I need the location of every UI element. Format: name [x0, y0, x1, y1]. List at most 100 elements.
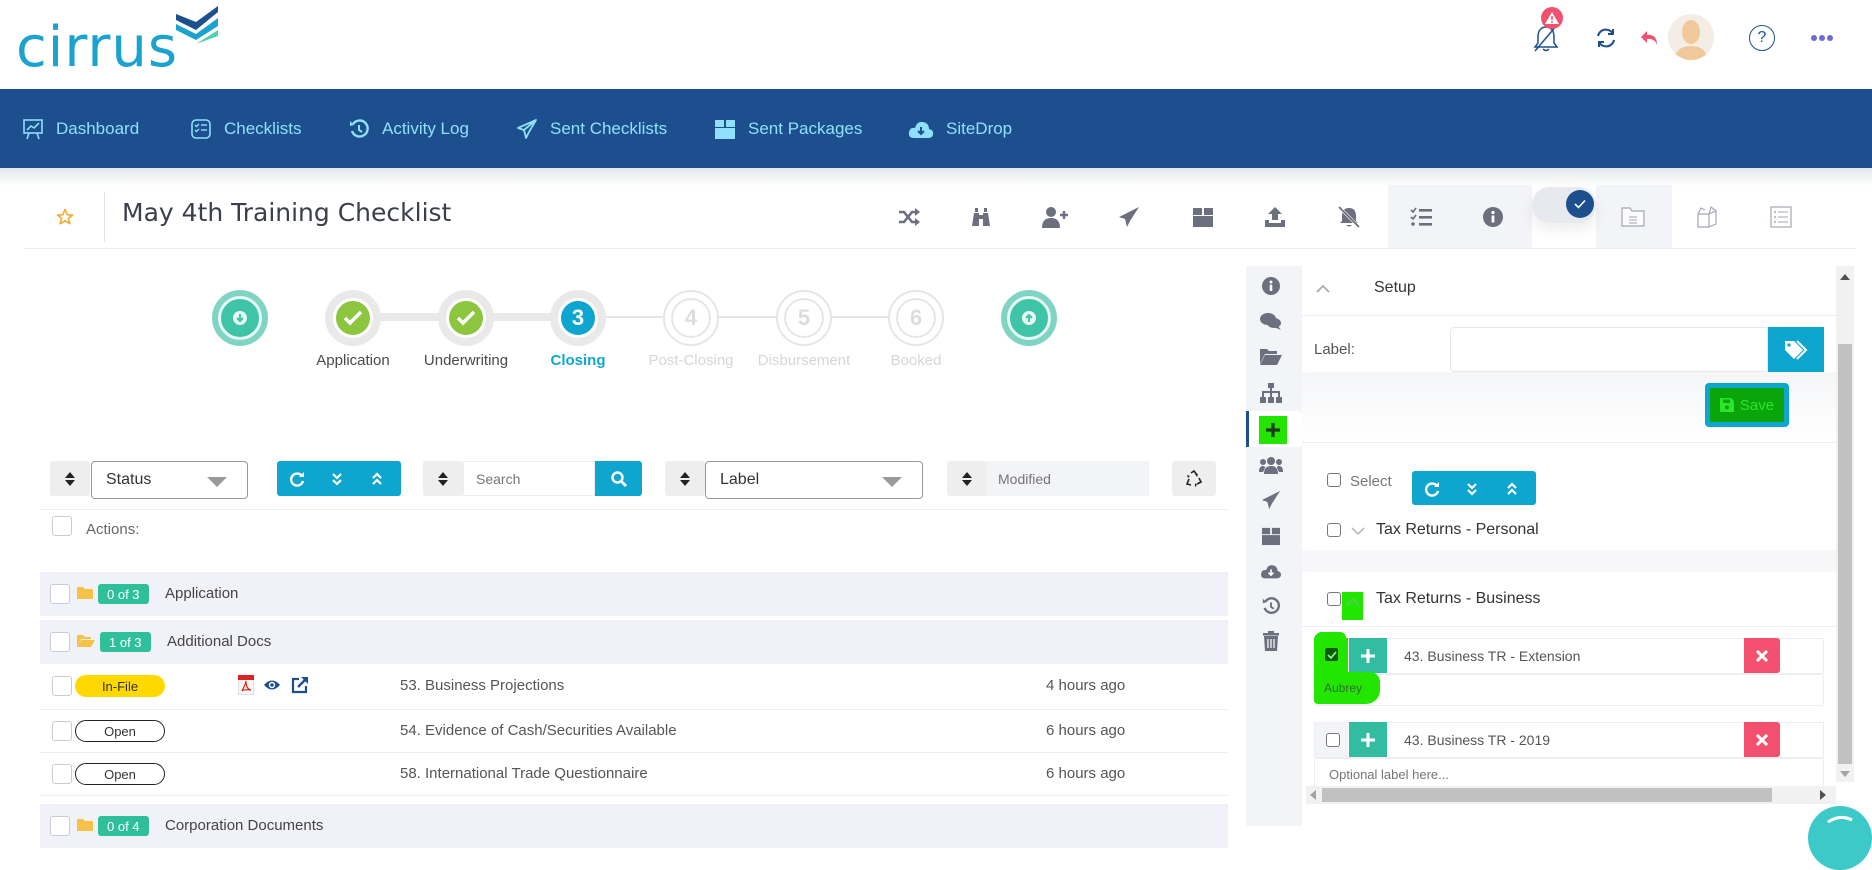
nav-item-activity-log[interactable]: Activity Log: [348, 89, 469, 168]
list-icon[interactable]: [1766, 202, 1796, 232]
cirrus-logo[interactable]: cirrus: [16, 6, 226, 78]
collapse-all-button[interactable]: [1492, 471, 1532, 506]
search-input[interactable]: [463, 461, 595, 496]
step-booked[interactable]: 6: [888, 290, 944, 346]
list-item[interactable]: In-File 53. Business Projections 4 hours…: [40, 664, 1228, 710]
save-button[interactable]: Save: [1705, 383, 1789, 427]
nav-item-sent-checklists[interactable]: Sent Checklists: [516, 89, 667, 168]
rail-sitemap-icon[interactable]: [1256, 380, 1286, 406]
folder-doc-icon[interactable]: [1618, 202, 1648, 232]
group-title[interactable]: Tax Returns - Personal: [1376, 521, 1539, 539]
group-row-additional-docs[interactable]: 1 of 3 Additional Docs: [40, 620, 1228, 664]
avatar[interactable]: [1668, 14, 1714, 60]
doc-add-button[interactable]: [1349, 722, 1387, 757]
favorite-star-icon[interactable]: [56, 208, 74, 231]
doc-label-value[interactable]: Aubrey: [1314, 672, 1380, 704]
tasks-icon[interactable]: [1406, 202, 1436, 232]
doc-add-button[interactable]: [1349, 638, 1387, 673]
label-select[interactable]: Label: [705, 461, 923, 499]
item-checkbox[interactable]: [52, 764, 72, 784]
group-title[interactable]: Tax Returns - Business: [1376, 590, 1541, 608]
group-checkbox[interactable]: [50, 816, 70, 836]
scroll-down-arrow-icon[interactable]: [1840, 771, 1850, 777]
rail-plus-icon[interactable]: [1259, 416, 1287, 444]
status-select[interactable]: Status: [91, 461, 248, 499]
chevron-up-icon[interactable]: [1316, 284, 1330, 294]
refresh-button[interactable]: [1412, 471, 1452, 506]
shuffle-icon[interactable]: [894, 202, 924, 232]
send-icon[interactable]: [1114, 202, 1144, 232]
upload-icon[interactable]: [1260, 202, 1290, 232]
label-sort-button[interactable]: [665, 461, 705, 496]
pdf-icon[interactable]: [238, 675, 254, 695]
horizontal-scroll-thumb[interactable]: [1322, 788, 1772, 802]
modified-filter-input[interactable]: [986, 461, 1149, 496]
nav-item-checklists[interactable]: Checklists: [190, 89, 301, 168]
chat-button[interactable]: [1808, 806, 1872, 870]
refresh-button[interactable]: [277, 461, 317, 496]
doc-checkbox[interactable]: [1326, 733, 1340, 747]
rail-users-icon[interactable]: [1256, 452, 1286, 478]
rail-trash-icon[interactable]: [1256, 628, 1286, 654]
item-checkbox[interactable]: [52, 721, 72, 741]
nav-item-sitedrop[interactable]: SiteDrop: [908, 89, 1012, 168]
doc-checkbox-checked[interactable]: [1325, 648, 1338, 661]
recycle-button[interactable]: [1172, 461, 1216, 496]
step-prev-button[interactable]: [212, 290, 268, 346]
add-user-icon[interactable]: [1040, 202, 1070, 232]
rail-box-icon[interactable]: [1256, 523, 1286, 549]
search-button[interactable]: [595, 461, 642, 496]
step-disbursement[interactable]: 5: [776, 290, 832, 346]
item-name[interactable]: 58. International Trade Questionnaire: [400, 765, 648, 782]
search-sort-button[interactable]: [423, 461, 463, 496]
nav-item-dashboard[interactable]: Dashboard: [22, 89, 139, 168]
chevron-down-icon[interactable]: [1351, 527, 1365, 535]
doc-remove-button[interactable]: [1744, 638, 1780, 673]
status-badge[interactable]: Open: [75, 763, 165, 785]
binoculars-icon[interactable]: [966, 202, 996, 232]
doc-remove-button[interactable]: [1744, 722, 1780, 757]
step-next-button[interactable]: [1001, 290, 1057, 346]
group-checkbox[interactable]: [50, 584, 70, 604]
collapse-all-button[interactable]: [357, 461, 397, 496]
modified-sort-button[interactable]: [947, 461, 987, 496]
nav-item-sent-packages[interactable]: Sent Packages: [714, 89, 862, 168]
status-badge[interactable]: In-File: [75, 675, 165, 697]
tag-button[interactable]: [1768, 327, 1824, 372]
more-icon[interactable]: [1806, 22, 1838, 54]
list-item[interactable]: Open 58. International Trade Questionnai…: [40, 753, 1228, 796]
scroll-up-arrow-icon[interactable]: [1840, 274, 1850, 280]
item-name[interactable]: 53. Business Projections: [400, 677, 564, 694]
undo-icon[interactable]: [1634, 22, 1666, 54]
rail-comments-icon[interactable]: [1256, 308, 1286, 334]
status-sort-button[interactable]: [50, 461, 90, 496]
step-underwriting[interactable]: [438, 290, 494, 346]
group-checkbox[interactable]: [1327, 592, 1341, 606]
item-checkbox[interactable]: [52, 676, 72, 696]
rail-history-icon[interactable]: [1256, 593, 1286, 619]
list-item[interactable]: Open 54. Evidence of Cash/Securities Ava…: [40, 710, 1228, 753]
select-all-docs-checkbox[interactable]: [1327, 473, 1341, 487]
box-icon[interactable]: [1188, 202, 1218, 232]
help-icon[interactable]: ?: [1746, 22, 1778, 54]
open-box-icon[interactable]: [1692, 202, 1722, 232]
doc-label-field[interactable]: [1314, 674, 1824, 706]
expand-all-button[interactable]: [1452, 471, 1492, 506]
rail-send-icon[interactable]: [1256, 487, 1286, 513]
group-checkbox[interactable]: [1327, 523, 1341, 537]
select-all-checkbox[interactable]: [52, 516, 72, 536]
rail-cloud-download-icon[interactable]: [1256, 558, 1286, 584]
expand-all-button[interactable]: [317, 461, 357, 496]
scroll-left-arrow-icon[interactable]: [1310, 790, 1316, 800]
vertical-scroll-thumb[interactable]: [1838, 344, 1852, 764]
eye-icon[interactable]: [263, 678, 281, 692]
info-icon[interactable]: [1478, 202, 1508, 232]
external-link-icon[interactable]: [291, 676, 309, 694]
label-input[interactable]: [1450, 327, 1768, 372]
step-application[interactable]: [325, 290, 381, 346]
group-row-corporation-documents[interactable]: 0 of 4 Corporation Documents: [40, 804, 1228, 848]
status-badge[interactable]: Open: [75, 720, 165, 742]
chevron-up-icon[interactable]: [1342, 592, 1363, 620]
refresh-icon[interactable]: [1590, 22, 1622, 54]
group-row-application[interactable]: 0 of 3 Application: [40, 572, 1228, 616]
